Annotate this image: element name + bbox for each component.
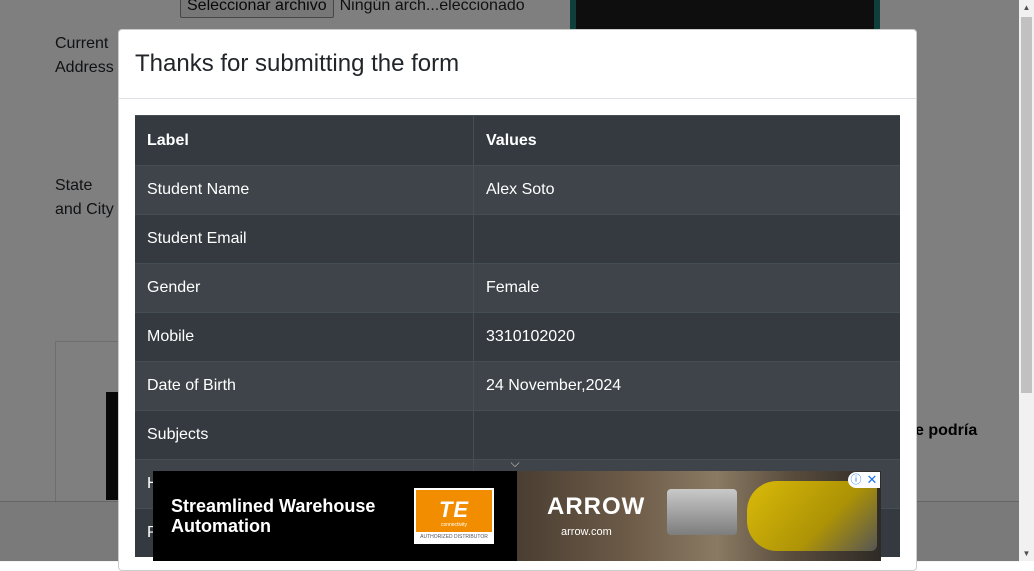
- ad-headline[interactable]: Streamlined Warehouse Automation: [171, 496, 401, 536]
- chevron-down-icon[interactable]: ⌵: [507, 457, 523, 469]
- row-label: Student Email: [135, 214, 474, 264]
- row-value: [473, 214, 900, 264]
- ad-info-icon[interactable]: ⓘ: [848, 472, 864, 488]
- te-logo-subtext: connectivity: [440, 522, 468, 528]
- row-label: Date of Birth: [135, 361, 474, 411]
- table-row: Mobile 3310102020: [135, 312, 900, 362]
- table-row: Student Email: [135, 214, 900, 264]
- header-values: Values: [473, 115, 900, 166]
- robot-arm-image: [747, 481, 877, 551]
- arrow-url: arrow.com: [561, 526, 612, 538]
- row-value: Female: [473, 263, 900, 313]
- ad-banner[interactable]: Streamlined Warehouse Automation TE conn…: [153, 471, 881, 561]
- row-value: Alex Soto: [473, 165, 900, 215]
- ad-warehouse-image[interactable]: ARROW arrow.com: [517, 471, 881, 561]
- row-label: Mobile: [135, 312, 474, 362]
- row-value: 3310102020: [473, 312, 900, 362]
- page-scrollbar[interactable]: ▲ ▼: [1019, 0, 1034, 561]
- robot-gripper-image: [667, 489, 737, 535]
- te-logo-text: TE: [438, 497, 470, 522]
- scroll-up-icon[interactable]: ▲: [1019, 0, 1034, 15]
- te-logo[interactable]: TE connectivity AUTHORIZED DISTRIBUTOR: [414, 488, 494, 544]
- table-row: Gender Female: [135, 263, 900, 313]
- scroll-thumb[interactable]: [1021, 17, 1032, 393]
- row-label: Student Name: [135, 165, 474, 215]
- table-row: Student Name Alex Soto: [135, 165, 900, 215]
- table-header-row: Label Values: [135, 115, 900, 166]
- te-distributor-badge: AUTHORIZED DISTRIBUTOR: [416, 532, 492, 542]
- row-label: Gender: [135, 263, 474, 313]
- ad-close-icon[interactable]: ✕: [864, 472, 880, 488]
- modal-title: Thanks for submitting the form: [135, 49, 460, 77]
- scroll-down-icon[interactable]: ▼: [1019, 546, 1034, 561]
- table-row: Date of Birth 24 November,2024: [135, 361, 900, 411]
- modal-header: Thanks for submitting the form: [119, 30, 916, 99]
- table-row: Subjects: [135, 410, 900, 460]
- arrow-logo: ARROW: [547, 493, 646, 520]
- header-label: Label: [135, 115, 474, 166]
- row-value: 24 November,2024: [473, 361, 900, 411]
- row-label: Subjects: [135, 410, 474, 460]
- row-value: [473, 410, 900, 460]
